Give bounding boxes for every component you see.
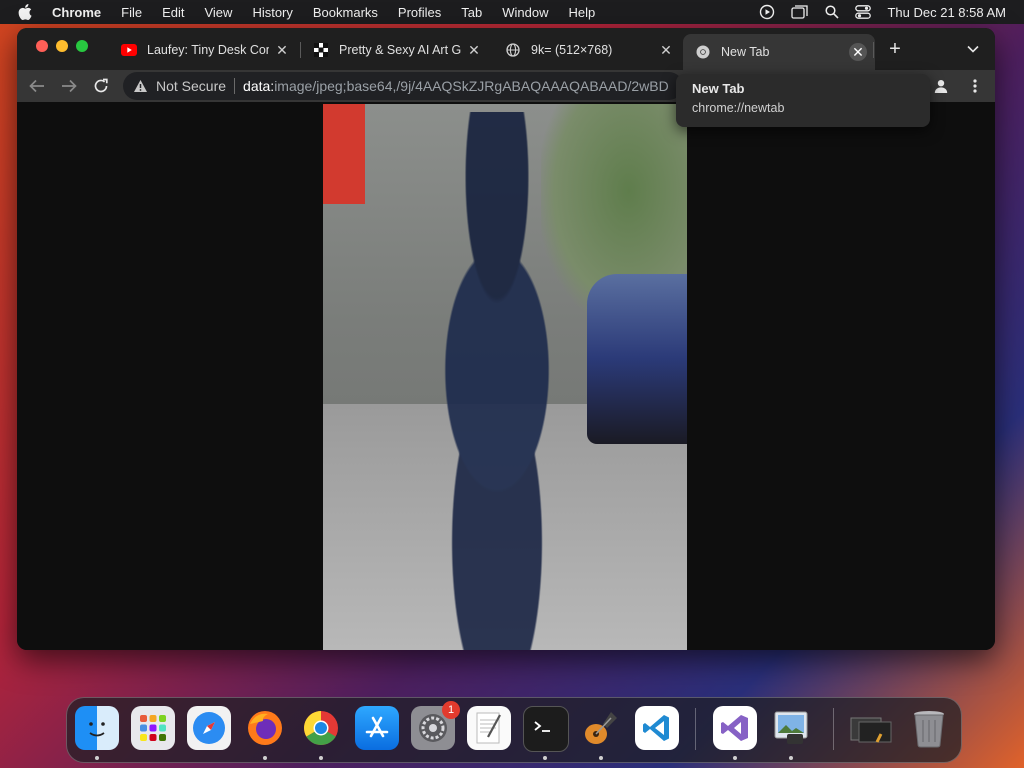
tab-close-icon[interactable]: ✕ (849, 43, 867, 61)
dock-divider (833, 708, 834, 750)
menu-view[interactable]: View (204, 5, 232, 20)
tab-title: 9k= (512×768) (531, 43, 613, 57)
menu-help[interactable]: Help (569, 5, 596, 20)
running-indicator (789, 756, 793, 760)
omnibox-divider (234, 78, 236, 94)
globe-icon (505, 42, 521, 58)
new-tab-plus-icon[interactable]: + (885, 39, 905, 59)
back-arrow-icon[interactable] (27, 76, 47, 96)
dock-divider (695, 708, 696, 750)
menu-window[interactable]: Window (502, 5, 548, 20)
menu-history[interactable]: History (252, 5, 292, 20)
menu-profiles[interactable]: Profiles (398, 5, 441, 20)
visual-studio-code-icon[interactable] (635, 706, 679, 750)
youtube-icon (121, 42, 137, 58)
running-indicator (733, 756, 737, 760)
visual-studio-icon[interactable] (713, 706, 757, 750)
tab-strip: Laufey: Tiny Desk Con ✕ Pretty & Sexy AI… (17, 28, 995, 70)
menu-bookmarks[interactable]: Bookmarks (313, 5, 378, 20)
menu-edit[interactable]: Edit (162, 5, 184, 20)
tab-new-tab[interactable]: New Tab ✕ (683, 34, 875, 70)
apple-icon[interactable] (18, 4, 36, 20)
menubar-clock[interactable]: Thu Dec 21 8:58 AM (887, 5, 1006, 20)
kebab-menu-icon[interactable] (965, 76, 985, 96)
chrome-icon (695, 44, 711, 60)
window-stack-icon[interactable] (791, 4, 809, 20)
tab-close-icon[interactable]: ✕ (657, 41, 675, 59)
tab-title: Pretty & Sexy AI Art G (339, 43, 461, 57)
safari-icon[interactable] (187, 706, 231, 750)
running-indicator (95, 756, 99, 760)
forward-arrow-icon[interactable] (59, 76, 79, 96)
tab-ai-art[interactable]: Pretty & Sexy AI Art G ✕ (301, 35, 491, 65)
tab-close-icon[interactable]: ✕ (465, 41, 483, 59)
terminal-icon[interactable] (523, 706, 569, 752)
url-rest: image/jpeg;base64,/9j/4AAQSkZJRgABAQAAAQ… (274, 78, 669, 94)
preview-icon[interactable] (769, 706, 813, 750)
tab-title: New Tab (721, 45, 770, 59)
tab-laufey[interactable]: Laufey: Tiny Desk Con ✕ (109, 35, 299, 65)
menu-bar: Chrome File Edit View History Bookmarks … (0, 0, 1024, 24)
chrome-icon[interactable] (299, 706, 343, 750)
tab-title: Laufey: Tiny Desk Con (147, 43, 269, 57)
control-center-icon[interactable] (855, 5, 872, 19)
firefox-icon[interactable] (243, 706, 287, 750)
profile-avatar-icon[interactable] (931, 76, 951, 96)
tab-separator (873, 42, 874, 58)
finder-icon[interactable] (75, 706, 119, 750)
garageband-icon[interactable] (579, 706, 623, 750)
running-indicator (543, 756, 547, 760)
url-scheme: data: (243, 78, 275, 94)
trash-icon[interactable] (907, 706, 951, 750)
window-minimize-button[interactable] (56, 40, 68, 52)
hover-card-title: New Tab (692, 81, 745, 96)
running-indicator (599, 756, 603, 760)
launchpad-icon[interactable] (131, 706, 175, 750)
system-settings-icon[interactable]: 1 (411, 701, 460, 750)
tab-search-chevron-icon[interactable] (965, 41, 981, 57)
tab-close-icon[interactable]: ✕ (273, 41, 291, 59)
url-text[interactable]: data:image/jpeg;base64,/9j/4AAQSkZJRgABA… (243, 78, 669, 94)
textedit-icon[interactable] (467, 706, 511, 750)
tab-image-9k[interactable]: 9k= (512×768) ✕ (493, 35, 683, 65)
running-indicator (263, 756, 267, 760)
spotlight-search-icon[interactable] (825, 5, 840, 19)
photo-figure-silhouette (377, 112, 617, 650)
tab-hover-card: New Tab chrome://newtab (676, 74, 930, 127)
menu-tab[interactable]: Tab (461, 5, 482, 20)
hover-card-url: chrome://newtab (692, 101, 785, 115)
menu-app-chrome[interactable]: Chrome (52, 5, 101, 20)
menu-file[interactable]: File (121, 5, 142, 20)
ai-art-site-icon (313, 42, 329, 58)
address-bar[interactable]: Not Secure data:image/jpeg;base64,/9j/4A… (123, 72, 683, 100)
photo-red-sign (323, 104, 365, 204)
running-indicator (319, 756, 323, 760)
warning-triangle-icon[interactable] (133, 79, 148, 93)
displayed-photo[interactable] (323, 104, 687, 650)
screen-recording-icon[interactable] (759, 4, 775, 20)
not-secure-label[interactable]: Not Secure (156, 78, 226, 94)
window-zoom-button[interactable] (76, 40, 88, 52)
app-store-icon[interactable] (355, 706, 399, 750)
dock: 1 (66, 697, 962, 763)
page-content (17, 102, 995, 650)
notification-badge: 1 (442, 701, 460, 719)
downloads-stack-icon[interactable] (849, 706, 893, 750)
window-close-button[interactable] (36, 40, 48, 52)
reload-icon[interactable] (91, 76, 111, 96)
